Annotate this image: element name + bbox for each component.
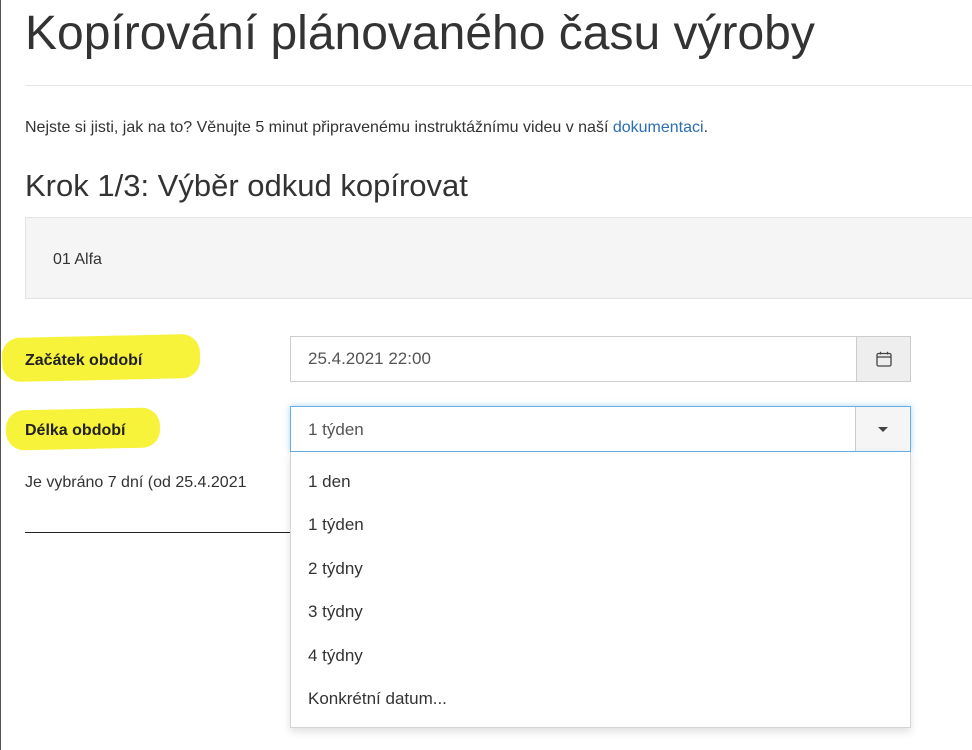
documentation-link[interactable]: dokumentaci <box>613 119 704 136</box>
caret-down-icon <box>878 427 888 432</box>
dropdown-option[interactable]: 2 týdny <box>308 559 363 579</box>
dropdown-option[interactable]: 1 den <box>308 472 351 492</box>
selection-info-text: Je vybráno 7 dní (od 25.4.2021 <box>25 474 247 491</box>
intro-text-before: Nejste si jisti, jak na to? Věnujte 5 mi… <box>25 119 613 136</box>
period-length-dropdown: 1 den 1 týden 2 týdny 3 týdny 4 týdny Ko… <box>290 452 911 728</box>
period-start-label: Začátek období <box>25 352 143 369</box>
title-divider <box>25 85 972 86</box>
period-start-input[interactable]: 25.4.2021 22:00 <box>290 336 857 382</box>
intro-text-after: . <box>703 119 709 136</box>
dropdown-option[interactable]: 3 týdny <box>308 602 363 622</box>
section-divider <box>25 532 295 533</box>
dropdown-option[interactable]: 4 týdny <box>308 646 363 666</box>
dropdown-option[interactable]: Konkrétní datum... <box>308 689 447 709</box>
period-length-value: 1 týden <box>308 420 364 439</box>
page-title: Kopírování plánovaného času výroby <box>25 7 815 60</box>
window-left-border <box>0 0 1 750</box>
period-length-select[interactable]: 1 týden <box>290 406 911 452</box>
period-length-label: Délka období <box>25 422 126 439</box>
dropdown-toggle-button[interactable] <box>855 407 910 451</box>
selected-source-value: 01 Alfa <box>53 251 102 268</box>
calendar-button[interactable] <box>856 336 911 382</box>
dropdown-option[interactable]: 1 týden <box>308 515 364 535</box>
intro-text: Nejste si jisti, jak na to? Věnujte 5 mi… <box>25 118 708 138</box>
selected-source-panel: 01 Alfa <box>25 217 972 299</box>
step-heading: Krok 1/3: Výběr odkud kopírovat <box>25 168 468 203</box>
calendar-icon <box>875 351 892 367</box>
